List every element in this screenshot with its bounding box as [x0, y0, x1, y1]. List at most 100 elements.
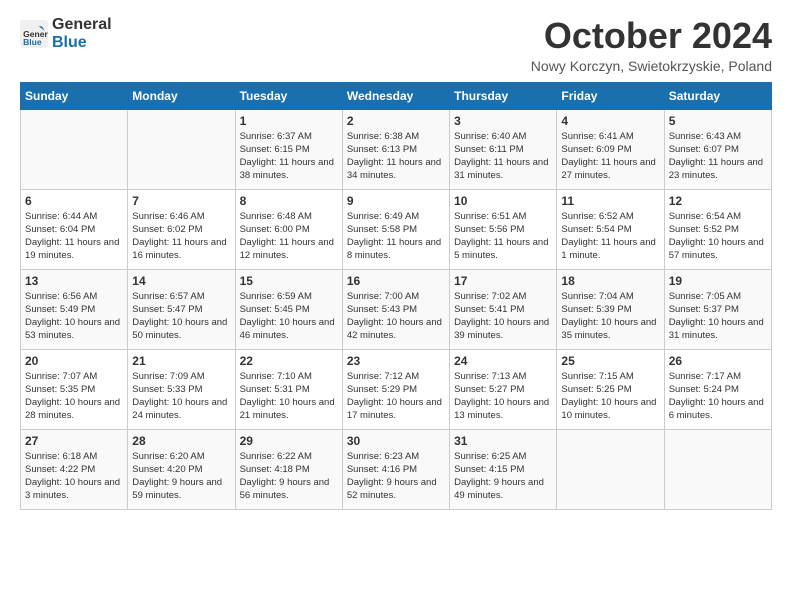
- calendar-cell: [128, 109, 235, 189]
- day-info: Sunrise: 6:59 AM Sunset: 5:45 PM Dayligh…: [240, 290, 338, 343]
- day-number: 19: [669, 274, 767, 288]
- day-number: 16: [347, 274, 445, 288]
- calendar-cell: 5Sunrise: 6:43 AM Sunset: 6:07 PM Daylig…: [664, 109, 771, 189]
- day-info: Sunrise: 6:57 AM Sunset: 5:47 PM Dayligh…: [132, 290, 230, 343]
- day-info: Sunrise: 6:18 AM Sunset: 4:22 PM Dayligh…: [25, 450, 123, 503]
- calendar-cell: 10 Sunrise: 6:51 AM Sunset: 5:56 PM Dayli…: [450, 189, 557, 269]
- logo-blue-text: Blue: [52, 34, 112, 52]
- calendar-cell: 3 Sunrise: 6:40 AM Sunset: 6:11 PM Daylig…: [450, 109, 557, 189]
- day-info: Sunrise: 6:25 AM Sunset: 4:15 PM Dayligh…: [454, 450, 552, 503]
- day-info: Sunrise: 6:38 AM Sunset: 6:13 PM Dayligh…: [347, 130, 445, 183]
- day-number: 15: [240, 274, 338, 288]
- day-number: 21: [132, 354, 230, 368]
- day-number: 26: [669, 354, 767, 368]
- col-header-sunday: Sunday: [21, 82, 128, 109]
- calendar-cell: 17Sunrise: 7:02 AM Sunset: 5:41 PM Dayli…: [450, 269, 557, 349]
- day-number: 13: [25, 274, 123, 288]
- day-info: Sunrise: 7:17 AM Sunset: 5:24 PM Dayligh…: [669, 370, 767, 423]
- calendar-cell: [557, 429, 664, 509]
- calendar-cell: 18 Sunrise: 7:04 AM Sunset: 5:39 PM Dayli…: [557, 269, 664, 349]
- logo: General Blue General Blue: [20, 16, 112, 51]
- day-number: 3: [454, 114, 552, 128]
- day-info: Sunrise: 6:20 AM Sunset: 4:20 PM Dayligh…: [132, 450, 230, 503]
- day-number: 29: [240, 434, 338, 448]
- day-number: 10: [454, 194, 552, 208]
- logo-icon: General Blue: [20, 20, 48, 48]
- day-info: Sunrise: 6:46 AM Sunset: 6:02 PM Dayligh…: [132, 210, 230, 263]
- calendar-cell: 2 Sunrise: 6:38 AM Sunset: 6:13 PM Daylig…: [342, 109, 449, 189]
- day-number: 17: [454, 274, 552, 288]
- day-number: 2: [347, 114, 445, 128]
- day-number: 31: [454, 434, 552, 448]
- calendar-cell: 9 Sunrise: 6:49 AM Sunset: 5:58 PM Daylig…: [342, 189, 449, 269]
- calendar-body: 1Sunrise: 6:37 AM Sunset: 6:15 PM Daylig…: [21, 109, 772, 509]
- day-info: Sunrise: 7:00 AM Sunset: 5:43 PM Dayligh…: [347, 290, 445, 343]
- day-info: Sunrise: 6:22 AM Sunset: 4:18 PM Dayligh…: [240, 450, 338, 503]
- calendar-cell: 13 Sunrise: 6:56 AM Sunset: 5:49 PM Dayli…: [21, 269, 128, 349]
- col-header-thursday: Thursday: [450, 82, 557, 109]
- day-info: Sunrise: 6:44 AM Sunset: 6:04 PM Dayligh…: [25, 210, 123, 263]
- svg-text:Blue: Blue: [23, 36, 42, 46]
- day-info: Sunrise: 6:40 AM Sunset: 6:11 PM Dayligh…: [454, 130, 552, 183]
- day-info: Sunrise: 7:13 AM Sunset: 5:27 PM Dayligh…: [454, 370, 552, 423]
- col-header-wednesday: Wednesday: [342, 82, 449, 109]
- calendar-cell: 24 Sunrise: 7:13 AM Sunset: 5:27 PM Dayli…: [450, 349, 557, 429]
- calendar-cell: 11 Sunrise: 6:52 AM Sunset: 5:54 PM Dayli…: [557, 189, 664, 269]
- day-info: Sunrise: 7:12 AM Sunset: 5:29 PM Dayligh…: [347, 370, 445, 423]
- col-header-saturday: Saturday: [664, 82, 771, 109]
- calendar-cell: 27Sunrise: 6:18 AM Sunset: 4:22 PM Dayli…: [21, 429, 128, 509]
- location-subtitle: Nowy Korczyn, Swietokrzyskie, Poland: [531, 58, 772, 74]
- calendar-cell: 6Sunrise: 6:44 AM Sunset: 6:04 PM Daylig…: [21, 189, 128, 269]
- col-header-monday: Monday: [128, 82, 235, 109]
- calendar-cell: 28 Sunrise: 6:20 AM Sunset: 4:20 PM Dayli…: [128, 429, 235, 509]
- calendar-week-5: 27Sunrise: 6:18 AM Sunset: 4:22 PM Dayli…: [21, 429, 772, 509]
- col-header-friday: Friday: [557, 82, 664, 109]
- calendar-cell: 7 Sunrise: 6:46 AM Sunset: 6:02 PM Daylig…: [128, 189, 235, 269]
- logo-general-text: General: [52, 16, 112, 34]
- day-info: Sunrise: 6:49 AM Sunset: 5:58 PM Dayligh…: [347, 210, 445, 263]
- day-number: 11: [561, 194, 659, 208]
- day-number: 28: [132, 434, 230, 448]
- calendar-table: SundayMondayTuesdayWednesdayThursdayFrid…: [20, 82, 772, 510]
- calendar-cell: 23Sunrise: 7:12 AM Sunset: 5:29 PM Dayli…: [342, 349, 449, 429]
- day-info: Sunrise: 7:05 AM Sunset: 5:37 PM Dayligh…: [669, 290, 767, 343]
- calendar-cell: 12 Sunrise: 6:54 AM Sunset: 5:52 PM Dayli…: [664, 189, 771, 269]
- day-info: Sunrise: 6:41 AM Sunset: 6:09 PM Dayligh…: [561, 130, 659, 183]
- day-info: Sunrise: 7:15 AM Sunset: 5:25 PM Dayligh…: [561, 370, 659, 423]
- col-header-tuesday: Tuesday: [235, 82, 342, 109]
- calendar-cell: 26 Sunrise: 7:17 AM Sunset: 5:24 PM Dayli…: [664, 349, 771, 429]
- day-number: 12: [669, 194, 767, 208]
- calendar-week-2: 6Sunrise: 6:44 AM Sunset: 6:04 PM Daylig…: [21, 189, 772, 269]
- day-info: Sunrise: 6:56 AM Sunset: 5:49 PM Dayligh…: [25, 290, 123, 343]
- day-number: 24: [454, 354, 552, 368]
- calendar-cell: 25Sunrise: 7:15 AM Sunset: 5:25 PM Dayli…: [557, 349, 664, 429]
- day-info: Sunrise: 6:48 AM Sunset: 6:00 PM Dayligh…: [240, 210, 338, 263]
- day-number: 9: [347, 194, 445, 208]
- calendar-cell: 30Sunrise: 6:23 AM Sunset: 4:16 PM Dayli…: [342, 429, 449, 509]
- calendar-cell: 22Sunrise: 7:10 AM Sunset: 5:31 PM Dayli…: [235, 349, 342, 429]
- day-info: Sunrise: 6:37 AM Sunset: 6:15 PM Dayligh…: [240, 130, 338, 183]
- calendar-cell: 14Sunrise: 6:57 AM Sunset: 5:47 PM Dayli…: [128, 269, 235, 349]
- day-info: Sunrise: 6:43 AM Sunset: 6:07 PM Dayligh…: [669, 130, 767, 183]
- calendar-cell: 21 Sunrise: 7:09 AM Sunset: 5:33 PM Dayli…: [128, 349, 235, 429]
- title-block: October 2024 Nowy Korczyn, Swietokrzyski…: [531, 16, 772, 74]
- day-info: Sunrise: 6:54 AM Sunset: 5:52 PM Dayligh…: [669, 210, 767, 263]
- day-info: Sunrise: 7:04 AM Sunset: 5:39 PM Dayligh…: [561, 290, 659, 343]
- day-info: Sunrise: 7:09 AM Sunset: 5:33 PM Dayligh…: [132, 370, 230, 423]
- day-info: Sunrise: 6:52 AM Sunset: 5:54 PM Dayligh…: [561, 210, 659, 263]
- calendar-cell: 8 Sunrise: 6:48 AM Sunset: 6:00 PM Daylig…: [235, 189, 342, 269]
- day-number: 30: [347, 434, 445, 448]
- calendar-cell: 16 Sunrise: 7:00 AM Sunset: 5:43 PM Dayli…: [342, 269, 449, 349]
- calendar-week-3: 13 Sunrise: 6:56 AM Sunset: 5:49 PM Dayli…: [21, 269, 772, 349]
- day-number: 7: [132, 194, 230, 208]
- day-info: Sunrise: 7:07 AM Sunset: 5:35 PM Dayligh…: [25, 370, 123, 423]
- day-number: 8: [240, 194, 338, 208]
- calendar-cell: 19 Sunrise: 7:05 AM Sunset: 5:37 PM Dayli…: [664, 269, 771, 349]
- calendar-cell: 1Sunrise: 6:37 AM Sunset: 6:15 PM Daylig…: [235, 109, 342, 189]
- calendar-week-1: 1Sunrise: 6:37 AM Sunset: 6:15 PM Daylig…: [21, 109, 772, 189]
- calendar-cell: [21, 109, 128, 189]
- day-info: Sunrise: 6:51 AM Sunset: 5:56 PM Dayligh…: [454, 210, 552, 263]
- day-number: 22: [240, 354, 338, 368]
- day-number: 18: [561, 274, 659, 288]
- page-header: General Blue General Blue October 2024 N…: [20, 16, 772, 74]
